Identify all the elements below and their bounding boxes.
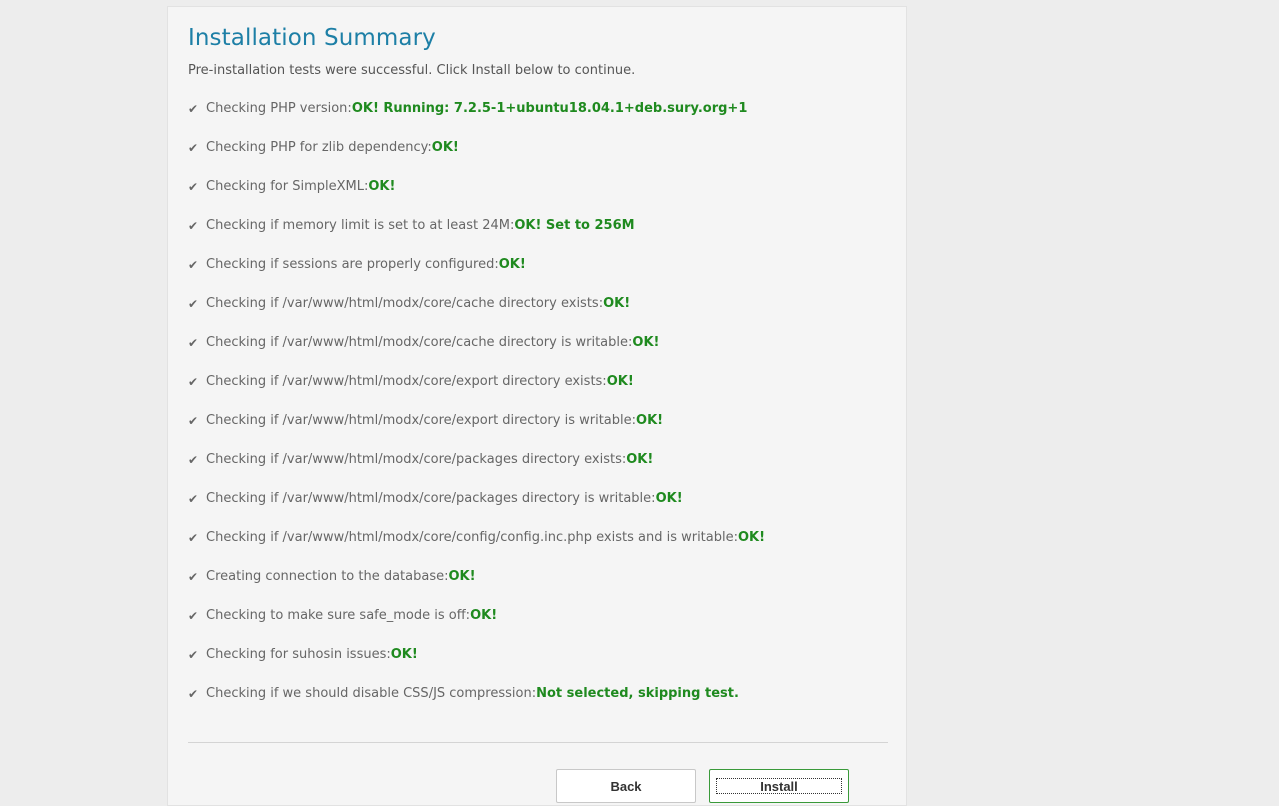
check-icon: ✔	[188, 531, 199, 545]
check-item: ✔ Checking if /var/www/html/modx/core/cac…	[188, 294, 765, 333]
check-result: OK!	[603, 296, 631, 311]
check-result: OK! Set to 256M	[514, 218, 635, 233]
check-label: Checking if /var/www/html/modx/core/cach…	[206, 335, 633, 350]
check-result: OK!	[448, 569, 476, 584]
check-label: Checking to make sure safe_mode is off:	[206, 608, 471, 623]
check-item: ✔ Checking if sessions are properly confi…	[188, 255, 765, 294]
check-item: ✔ Checking if /var/www/html/modx/core/cac…	[188, 333, 765, 372]
check-label: Checking if sessions are properly config…	[206, 257, 499, 272]
check-result: OK!	[738, 530, 766, 545]
check-icon: ✔	[188, 414, 199, 428]
page-subtitle: Pre-installation tests were successful. …	[188, 63, 636, 78]
check-item: ✔ Checking for suhosin issues: OK!	[188, 645, 765, 684]
check-item: ✔ Checking if /var/www/html/modx/core/exp…	[188, 372, 765, 411]
check-icon: ✔	[188, 180, 199, 194]
check-label: Checking if /var/www/html/modx/core/pack…	[206, 491, 656, 506]
check-icon: ✔	[188, 102, 199, 116]
installation-panel: Installation Summary Pre-installation te…	[167, 6, 907, 806]
check-label: Checking if /var/www/html/modx/core/conf…	[206, 530, 738, 545]
check-label: Checking if memory limit is set to at le…	[206, 218, 515, 233]
check-item: ✔ Checking if we should disable CSS/JS co…	[188, 684, 765, 723]
check-item: ✔ Checking for SimpleXML: OK!	[188, 177, 765, 216]
check-result: OK!	[390, 647, 418, 662]
check-result: OK!	[606, 374, 634, 389]
install-button-label: Install	[716, 778, 842, 794]
check-label: Checking PHP for zlib dependency:	[206, 140, 432, 155]
check-icon: ✔	[188, 297, 199, 311]
check-icon: ✔	[188, 648, 199, 662]
check-item: ✔ Checking to make sure safe_mode is off:…	[188, 606, 765, 645]
check-item: ✔ Checking if /var/www/html/modx/core/exp…	[188, 411, 765, 450]
check-label: Checking if /var/www/html/modx/core/pack…	[206, 452, 627, 467]
check-icon: ✔	[188, 492, 199, 506]
check-icon: ✔	[188, 609, 199, 623]
check-result: Not selected, skipping test.	[536, 686, 739, 701]
check-icon: ✔	[188, 336, 199, 350]
check-label: Checking if we should disable CSS/JS com…	[206, 686, 537, 701]
check-icon: ✔	[188, 375, 199, 389]
check-item: ✔ Checking if memory limit is set to at l…	[188, 216, 765, 255]
check-label: Checking if /var/www/html/modx/core/expo…	[206, 374, 607, 389]
check-icon: ✔	[188, 141, 199, 155]
page-title: Installation Summary	[188, 25, 436, 51]
check-result: OK!	[498, 257, 526, 272]
check-label: Checking PHP version:	[206, 101, 352, 116]
check-item: ✔ Checking if /var/www/html/modx/core/con…	[188, 528, 765, 567]
check-item: ✔ Checking if /var/www/html/modx/core/pac…	[188, 450, 765, 489]
check-label: Checking if /var/www/html/modx/core/cach…	[206, 296, 604, 311]
check-result: OK!	[632, 335, 660, 350]
check-result: OK!	[431, 140, 459, 155]
check-label: Creating connection to the database:	[206, 569, 449, 584]
check-icon: ✔	[188, 453, 199, 467]
check-list: ✔ Checking PHP version: OK! Running: 7.2.…	[188, 99, 765, 723]
check-result: OK! Running: 7.2.5-1+ubuntu18.04.1+deb.s…	[351, 101, 748, 116]
back-button[interactable]: Back	[556, 769, 696, 803]
check-label: Checking if /var/www/html/modx/core/expo…	[206, 413, 637, 428]
check-item: ✔ Checking PHP for zlib dependency: OK!	[188, 138, 765, 177]
check-icon: ✔	[188, 258, 199, 272]
check-item: ✔ Checking if /var/www/html/modx/core/pac…	[188, 489, 765, 528]
check-result: OK!	[636, 413, 664, 428]
check-label: Checking for suhosin issues:	[206, 647, 391, 662]
check-result: OK!	[470, 608, 498, 623]
check-item: ✔ Checking PHP version: OK! Running: 7.2.…	[188, 99, 765, 138]
check-icon: ✔	[188, 219, 199, 233]
divider	[188, 742, 888, 743]
check-icon: ✔	[188, 570, 199, 584]
check-result: OK!	[626, 452, 654, 467]
check-item: ✔ Creating connection to the database: OK…	[188, 567, 765, 606]
check-result: OK!	[655, 491, 683, 506]
check-label: Checking for SimpleXML:	[206, 179, 369, 194]
check-icon: ✔	[188, 687, 199, 701]
check-result: OK!	[368, 179, 396, 194]
install-button[interactable]: Install	[709, 769, 849, 803]
